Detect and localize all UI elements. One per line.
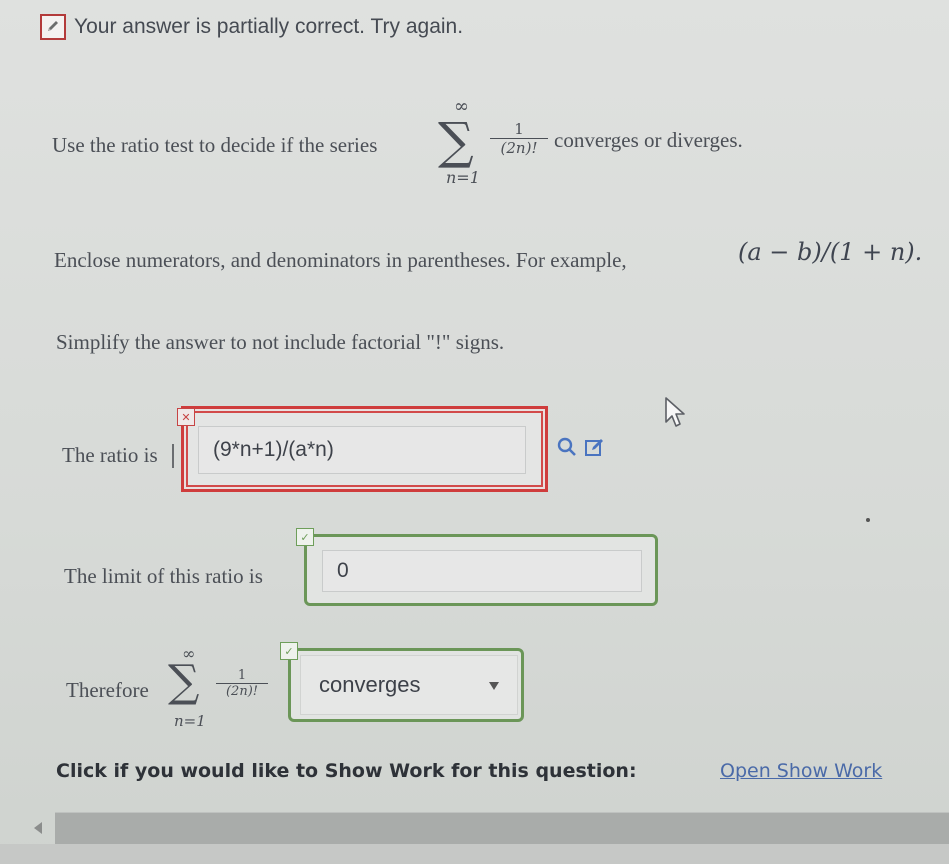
- therefore-sigma-symbol: ∑: [168, 656, 200, 707]
- series-sum: ∞ ∑ n=1: [438, 96, 486, 196]
- screen-speck: [866, 518, 870, 522]
- question-outro: converges or diverges.: [554, 128, 743, 152]
- sigma-symbol: ∑: [438, 112, 474, 170]
- horizontal-scrollbar[interactable]: [55, 812, 949, 844]
- therefore-sum-lower: n=1: [174, 712, 206, 730]
- incorrect-icon: ✕: [177, 408, 195, 426]
- convergence-select[interactable]: converges: [300, 655, 518, 715]
- answer-tools: [556, 436, 606, 458]
- term-numerator: 1: [514, 120, 524, 138]
- show-work-prompt: Click if you would like to Show Work for…: [56, 760, 637, 782]
- therefore-correct-icon: ✓: [280, 642, 298, 660]
- bottom-edge: [0, 844, 949, 864]
- edit-icon[interactable]: [584, 436, 606, 458]
- dropdown-arrow-icon[interactable]: [489, 682, 499, 690]
- example-expression: (a − b)/(1 + n).: [738, 238, 923, 266]
- factorial-instruction: Simplify the answer to not include facto…: [56, 330, 505, 354]
- therefore-term-denominator: (2n)!: [225, 684, 258, 699]
- scroll-left-arrow-icon[interactable]: [34, 822, 42, 834]
- therefore-term-numerator: 1: [237, 668, 247, 683]
- ratio-input[interactable]: (9*n+1)/(a*n): [198, 426, 526, 474]
- correct-icon: ✓: [296, 528, 314, 546]
- ratio-label: The ratio is: [62, 443, 158, 467]
- term-denominator: (2n)!: [500, 139, 538, 157]
- limit-input[interactable]: 0: [322, 550, 642, 592]
- sum-lower-limit: n=1: [446, 168, 480, 187]
- therefore-label: Therefore: [66, 678, 149, 702]
- limit-label: The limit of this ratio is: [64, 564, 263, 588]
- answer-status: Your answer is partially correct. Try ag…: [40, 14, 463, 40]
- edit-check-icon: [40, 14, 66, 40]
- question-page: Your answer is partially correct. Try ag…: [0, 0, 949, 864]
- ratio-divider: [172, 444, 174, 468]
- series-term: 1 (2n)!: [490, 120, 548, 157]
- parentheses-instruction: Enclose numerators, and denominators in …: [54, 248, 627, 272]
- therefore-series-sum: ∞ ∑ n=1: [168, 644, 212, 736]
- convergence-select-value: converges: [319, 672, 421, 697]
- open-show-work-link[interactable]: Open Show Work: [720, 760, 882, 782]
- status-text: Your answer is partially correct. Try ag…: [74, 15, 464, 38]
- search-icon[interactable]: [556, 436, 578, 458]
- question-intro: Use the ratio test to decide if the seri…: [52, 133, 378, 157]
- mouse-cursor-icon: [665, 397, 685, 427]
- therefore-series-term: 1 (2n)!: [216, 668, 268, 699]
